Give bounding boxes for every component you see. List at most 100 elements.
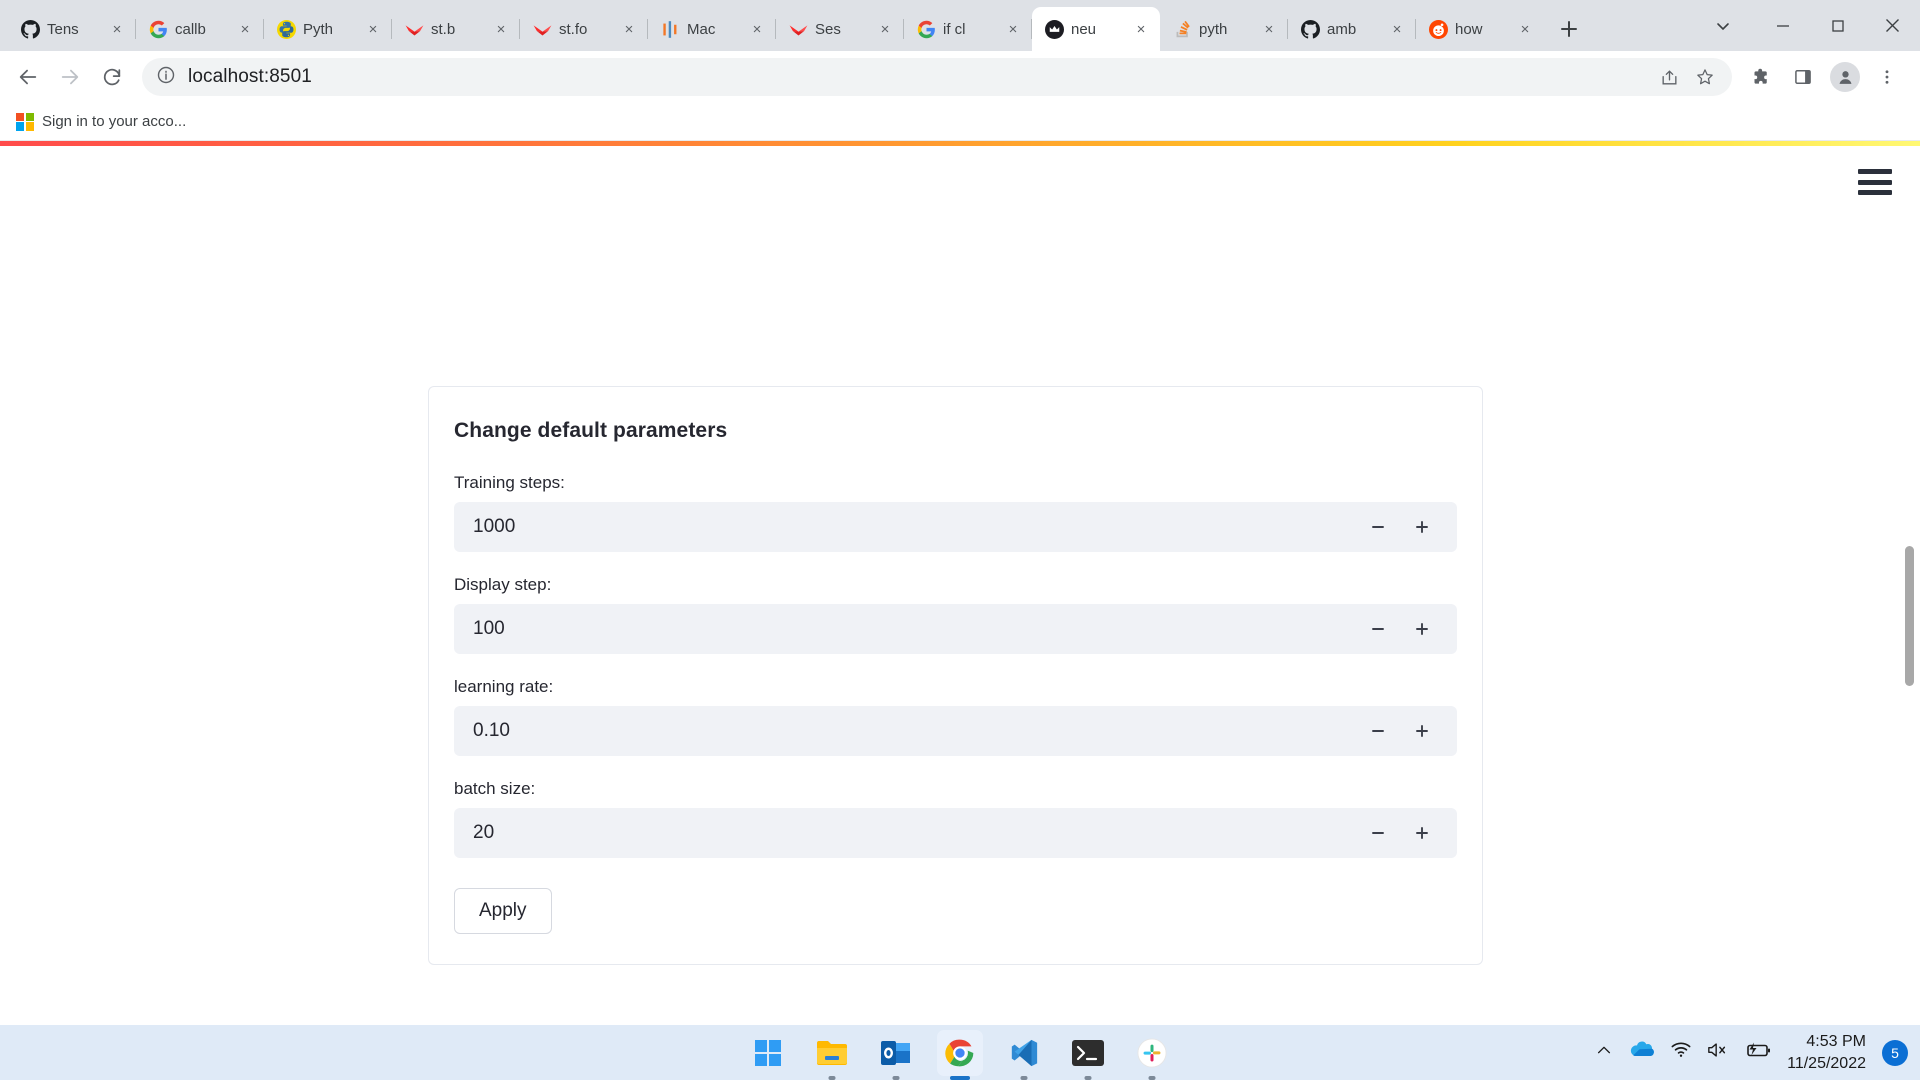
tab-close-button[interactable]: × (1258, 18, 1280, 40)
active-indicator (950, 1075, 970, 1080)
show-hidden-icons-button[interactable] (1595, 1041, 1613, 1064)
file-explorer-icon (817, 1040, 847, 1065)
tab-close-button[interactable]: × (106, 18, 128, 40)
input-value[interactable]: 100 (473, 618, 1367, 640)
apply-button[interactable]: Apply (454, 888, 552, 934)
decrement-button[interactable] (1367, 720, 1389, 742)
file-explorer-button[interactable] (809, 1030, 855, 1080)
tab-close-button[interactable]: × (234, 18, 256, 40)
share-button[interactable] (1652, 60, 1686, 94)
scrollbar-thumb[interactable] (1905, 546, 1914, 686)
input-value[interactable]: 20 (473, 822, 1367, 844)
tab-close-button[interactable]: × (1514, 18, 1536, 40)
increment-button[interactable] (1411, 822, 1433, 844)
slack-button[interactable] (1129, 1030, 1175, 1080)
window-controls (1691, 0, 1920, 51)
decrement-button[interactable] (1367, 516, 1389, 538)
running-status-bar (0, 141, 1920, 146)
plus-icon (1416, 521, 1428, 533)
puzzle-icon (1754, 68, 1767, 84)
wifi-icon (1671, 1042, 1691, 1057)
browser-tab-2[interactable]: Pyth × (264, 7, 392, 51)
close-window-button[interactable] (1865, 0, 1920, 51)
clock[interactable]: 4:53 PM 11/25/2022 (1787, 1031, 1866, 1074)
streamlit-icon (533, 24, 552, 35)
stepper-controls (1367, 720, 1447, 742)
tab-close-button[interactable]: × (490, 18, 512, 40)
site-info-icon[interactable] (156, 65, 176, 90)
field-learning-rate: learning rate: (454, 677, 1457, 697)
start-button[interactable] (745, 1030, 791, 1076)
browser-tab-11[interactable]: how × (1416, 7, 1544, 51)
new-tab-button[interactable] (1552, 12, 1586, 46)
windows-start-icon (755, 1039, 781, 1066)
tab-close-button[interactable]: × (1002, 18, 1024, 40)
extensions-button[interactable] (1742, 58, 1780, 96)
increment-button[interactable] (1411, 720, 1433, 742)
browser-tab-7[interactable]: if cl × (904, 7, 1032, 51)
back-button[interactable] (8, 57, 48, 97)
chrome-menu-button[interactable] (1868, 58, 1906, 96)
plus-icon (1416, 827, 1428, 839)
notification-badge[interactable]: 5 (1882, 1039, 1908, 1066)
browser-tab-1[interactable]: callb × (136, 7, 264, 51)
form-title: Change default parameters (454, 419, 728, 442)
tab-close-button[interactable]: × (618, 18, 640, 40)
browser-tab-5[interactable]: Mac × (648, 7, 776, 51)
tab-close-button[interactable]: × (1386, 18, 1408, 40)
tab-search-button[interactable] (1691, 0, 1755, 51)
back-arrow-icon (19, 69, 37, 85)
wifi-button[interactable] (1671, 1041, 1691, 1064)
browser-tab-8-active[interactable]: neu × (1032, 7, 1160, 51)
input-value[interactable]: 1000 (473, 516, 1367, 538)
bookmark-item-0[interactable]: Sign in to your acco... (8, 109, 194, 135)
browser-tab-3[interactable]: st.b × (392, 7, 520, 51)
outlook-button[interactable] (873, 1030, 919, 1080)
field-label: Training steps: (454, 473, 565, 492)
terminal-button[interactable] (1065, 1030, 1111, 1080)
chrome-button[interactable] (937, 1029, 983, 1080)
vscode-button[interactable] (1001, 1030, 1047, 1080)
input-value[interactable]: 0.10 (473, 720, 1367, 742)
number-input-display-step[interactable]: 100 (454, 604, 1457, 654)
browser-tab-10[interactable]: amb × (1288, 7, 1416, 51)
bookmark-button[interactable] (1688, 60, 1722, 94)
tab-close-button[interactable]: × (1130, 18, 1152, 40)
chrome-browser-window: Tens × callb × Pyth × st.b × st.fo × Mac… (0, 0, 1920, 1025)
stepper-controls (1367, 618, 1447, 640)
google-icon (149, 20, 167, 38)
tab-close-button[interactable]: × (362, 18, 384, 40)
decrement-button[interactable] (1367, 618, 1389, 640)
running-indicator (1020, 1075, 1028, 1080)
reload-button[interactable] (92, 57, 132, 97)
tab-close-button[interactable]: × (874, 18, 896, 40)
taskbar-apps (745, 1029, 1175, 1080)
browser-tab-0[interactable]: Tens × (8, 7, 136, 51)
volume-button[interactable] (1707, 1041, 1729, 1064)
maximize-button[interactable] (1810, 0, 1865, 51)
battery-button[interactable] (1745, 1041, 1771, 1064)
browser-tab-4[interactable]: st.fo × (520, 7, 648, 51)
tab-title: if cl (943, 20, 966, 38)
hamburger-menu-icon[interactable] (1858, 169, 1892, 195)
profile-button[interactable] (1826, 58, 1864, 96)
number-input-learning-rate[interactable]: 0.10 (454, 706, 1457, 756)
address-bar[interactable]: localhost:8501 (142, 58, 1732, 96)
decrement-button[interactable] (1367, 822, 1389, 844)
page-scrollbar[interactable] (1903, 141, 1917, 1025)
streamlit-app-viewport: Change default parameters Training steps… (0, 141, 1920, 1025)
number-input-training-steps[interactable]: 1000 (454, 502, 1457, 552)
onedrive-button[interactable] (1629, 1041, 1655, 1064)
increment-button[interactable] (1411, 618, 1433, 640)
browser-tab-9[interactable]: pyth × (1160, 7, 1288, 51)
system-tray: 4:53 PM 11/25/2022 5 (1595, 1031, 1908, 1074)
minimize-button[interactable] (1755, 0, 1810, 51)
number-input-batch-size[interactable]: 20 (454, 808, 1457, 858)
tab-close-button[interactable]: × (746, 18, 768, 40)
increment-button[interactable] (1411, 516, 1433, 538)
side-panel-button[interactable] (1784, 58, 1822, 96)
forward-button[interactable] (50, 57, 90, 97)
tab-title: neu (1071, 20, 1097, 38)
browser-tab-6[interactable]: Ses × (776, 7, 904, 51)
running-indicator (828, 1075, 836, 1080)
